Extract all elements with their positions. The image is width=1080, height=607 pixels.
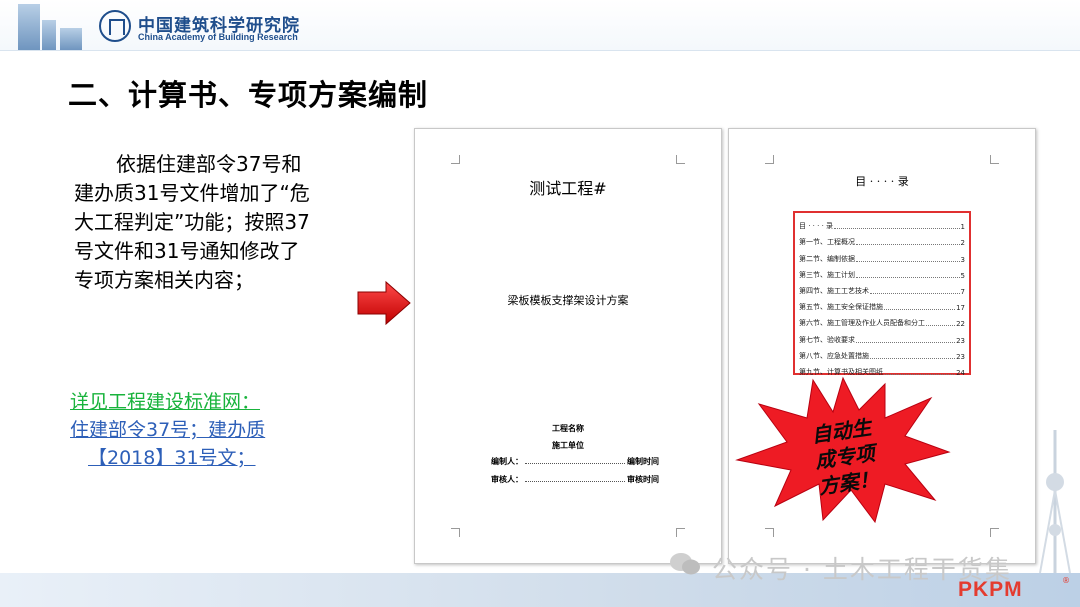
reference-link-line1[interactable]: 详见工程建设标准网： <box>70 388 310 416</box>
pkpm-logo: PKPM <box>958 578 1023 601</box>
building-graphic <box>60 28 82 50</box>
reference-link-line3[interactable]: 【2018】31号文； <box>70 444 310 472</box>
crop-mark <box>676 528 685 537</box>
building-graphic <box>18 4 40 50</box>
building-graphic <box>42 20 56 50</box>
slide-title: 二、计算书、专项方案编制 <box>68 78 429 112</box>
crop-mark <box>451 155 460 164</box>
registered-mark: ® <box>1062 576 1070 585</box>
crop-mark <box>990 155 999 164</box>
dotted-line <box>525 481 625 482</box>
toc-entry: 第六节、施工管理及作业人员配备和分工 22 <box>799 319 965 329</box>
scheme-title: 梁板模板支撑架设计方案 <box>507 294 629 307</box>
reference-link-line2[interactable]: 住建部令37号；建办质 <box>70 416 310 444</box>
toc-entry: 第三节、施工计划 5 <box>799 270 965 280</box>
tv-tower-graphic <box>1039 430 1071 573</box>
toc-entry: 第七节、验收要求 23 <box>799 335 965 345</box>
crop-mark <box>990 528 999 537</box>
toc-entry: 第四节、施工工艺技术 7 <box>799 286 965 296</box>
header-banner: 中国建筑科学研究院 China Academy of Building Rese… <box>0 0 1080 51</box>
project-title: 测试工程# <box>529 179 607 198</box>
review-time-label: 审核时间 <box>627 474 659 484</box>
reference-link[interactable]: 详见工程建设标准网： 住建部令37号；建办质 【2018】31号文； <box>70 388 310 472</box>
dotted-line <box>525 463 625 464</box>
compile-time-label: 编制时间 <box>627 456 659 466</box>
crop-mark <box>676 155 685 164</box>
toc-entry: 第二节、编制依据 3 <box>799 254 965 264</box>
right-arrow-icon <box>357 280 411 326</box>
toc-box: 目 · · · · 录1 第一节、工程概况 2 第二节、编制依据 3 第三节、施工计… <box>793 211 971 377</box>
description-paragraph: 依据住建部令37号和建办质31号文件增加了“危大工程判定”功能；按照37号文件和… <box>74 152 310 292</box>
crop-mark <box>451 528 460 537</box>
reviewer-line: 审核人： 审核时间 <box>491 474 659 485</box>
toc-entry: 目 · · · · 录1 <box>799 222 965 232</box>
reviewer-label: 审核人： <box>491 474 523 484</box>
project-name-label: 工程名称 <box>552 423 584 433</box>
crop-mark <box>765 528 774 537</box>
org-logo-icon <box>99 10 131 42</box>
toc-title: 目 · · · · 录 <box>855 175 909 188</box>
toc-entry: 第八节、应急处置措施 23 <box>799 351 965 361</box>
callout-text: 自动生 成专项 方案！ <box>810 415 880 499</box>
crop-mark <box>765 155 774 164</box>
compiler-label: 编制人： <box>491 456 523 466</box>
doc-cover-page: 测试工程# 梁板模板支撑架设计方案 工程名称 施工单位 编制人： 编制时间 审核人… <box>414 128 722 564</box>
org-name-en: China Academy of Building Research <box>138 32 298 42</box>
construction-unit-label: 施工单位 <box>552 440 584 450</box>
toc-entry: 第一节、工程概况 2 <box>799 238 965 248</box>
compiler-line: 编制人： 编制时间 <box>491 456 659 467</box>
toc-entry: 第五节、施工安全保证措施 17 <box>799 303 965 313</box>
